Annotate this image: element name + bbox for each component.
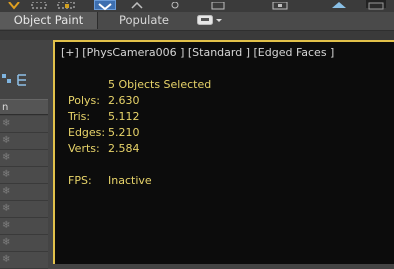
verts-label: Verts: (68, 142, 100, 155)
polys-value: 2.630 (108, 94, 140, 107)
ribbon-tab-row: Object Paint Populate (0, 12, 394, 31)
ribbon-options-dropdown[interactable] (197, 15, 223, 26)
polys-label: Polys: (68, 94, 100, 107)
select-and-move-icon[interactable] (94, 0, 116, 11)
freeze-icon[interactable]: ❄ (2, 169, 10, 181)
freeze-icon[interactable]: ❄ (2, 152, 10, 164)
freeze-icon[interactable]: ❄ (2, 237, 10, 249)
tab-populate[interactable]: Populate (98, 12, 190, 29)
list-item[interactable]: ❄ (0, 116, 48, 133)
list-item[interactable]: ❄ (0, 252, 48, 269)
fps-label: FPS: (68, 174, 92, 187)
list-item[interactable]: ❄ (0, 184, 48, 201)
perspective-viewport[interactable]: [+] [PhysCamera006 ] [Standard ] [Edged … (53, 40, 394, 264)
ribbon-collapsed-band (0, 31, 394, 40)
selection-count: 5 Objects Selected (108, 78, 212, 91)
freeze-icon[interactable]: ❄ (2, 203, 10, 215)
verts-value: 2.584 (108, 142, 140, 155)
viewport-label-menu[interactable]: [+] [PhysCamera006 ] [Standard ] [Edged … (61, 46, 334, 59)
column-header[interactable]: n (0, 99, 48, 115)
scale-icon[interactable] (168, 0, 182, 9)
select-tool-icon[interactable] (8, 0, 20, 10)
list-item[interactable]: ❄ (0, 218, 48, 235)
tris-label: Tris: (68, 110, 91, 123)
freeze-icon[interactable]: ❄ (2, 186, 10, 198)
freeze-icon[interactable]: ❄ (2, 254, 10, 266)
edges-value: 5.210 (108, 126, 140, 139)
rotate-icon[interactable] (130, 0, 144, 9)
freeze-icon[interactable]: ❄ (2, 118, 10, 130)
tab-object-paint[interactable]: Object Paint (0, 12, 98, 29)
window-crossing-icon[interactable] (57, 0, 77, 9)
list-item[interactable]: ❄ (0, 133, 48, 150)
list-item[interactable]: ❄ (0, 235, 48, 252)
freeze-icon[interactable]: ❄ (2, 220, 10, 232)
edges-label: Edges: (68, 126, 106, 139)
region-select-icon[interactable] (31, 0, 47, 9)
list-item[interactable]: ❄ (0, 167, 48, 184)
display-filter-icon[interactable] (2, 74, 12, 84)
fps-value: Inactive (108, 174, 152, 187)
list-item[interactable]: ❄ (0, 150, 48, 167)
list-item[interactable]: ❄ (0, 201, 48, 218)
edit-named-selection-icon[interactable] (330, 0, 348, 8)
mirror-icon[interactable] (366, 0, 386, 10)
snap-toggle-icon[interactable] (210, 0, 226, 10)
freeze-icon[interactable]: ❄ (2, 135, 10, 147)
hierarchy-icon[interactable] (16, 74, 28, 86)
angle-snap-icon[interactable] (272, 0, 288, 10)
main-toolbar-strip (0, 0, 394, 12)
tris-value: 5.112 (108, 110, 140, 123)
